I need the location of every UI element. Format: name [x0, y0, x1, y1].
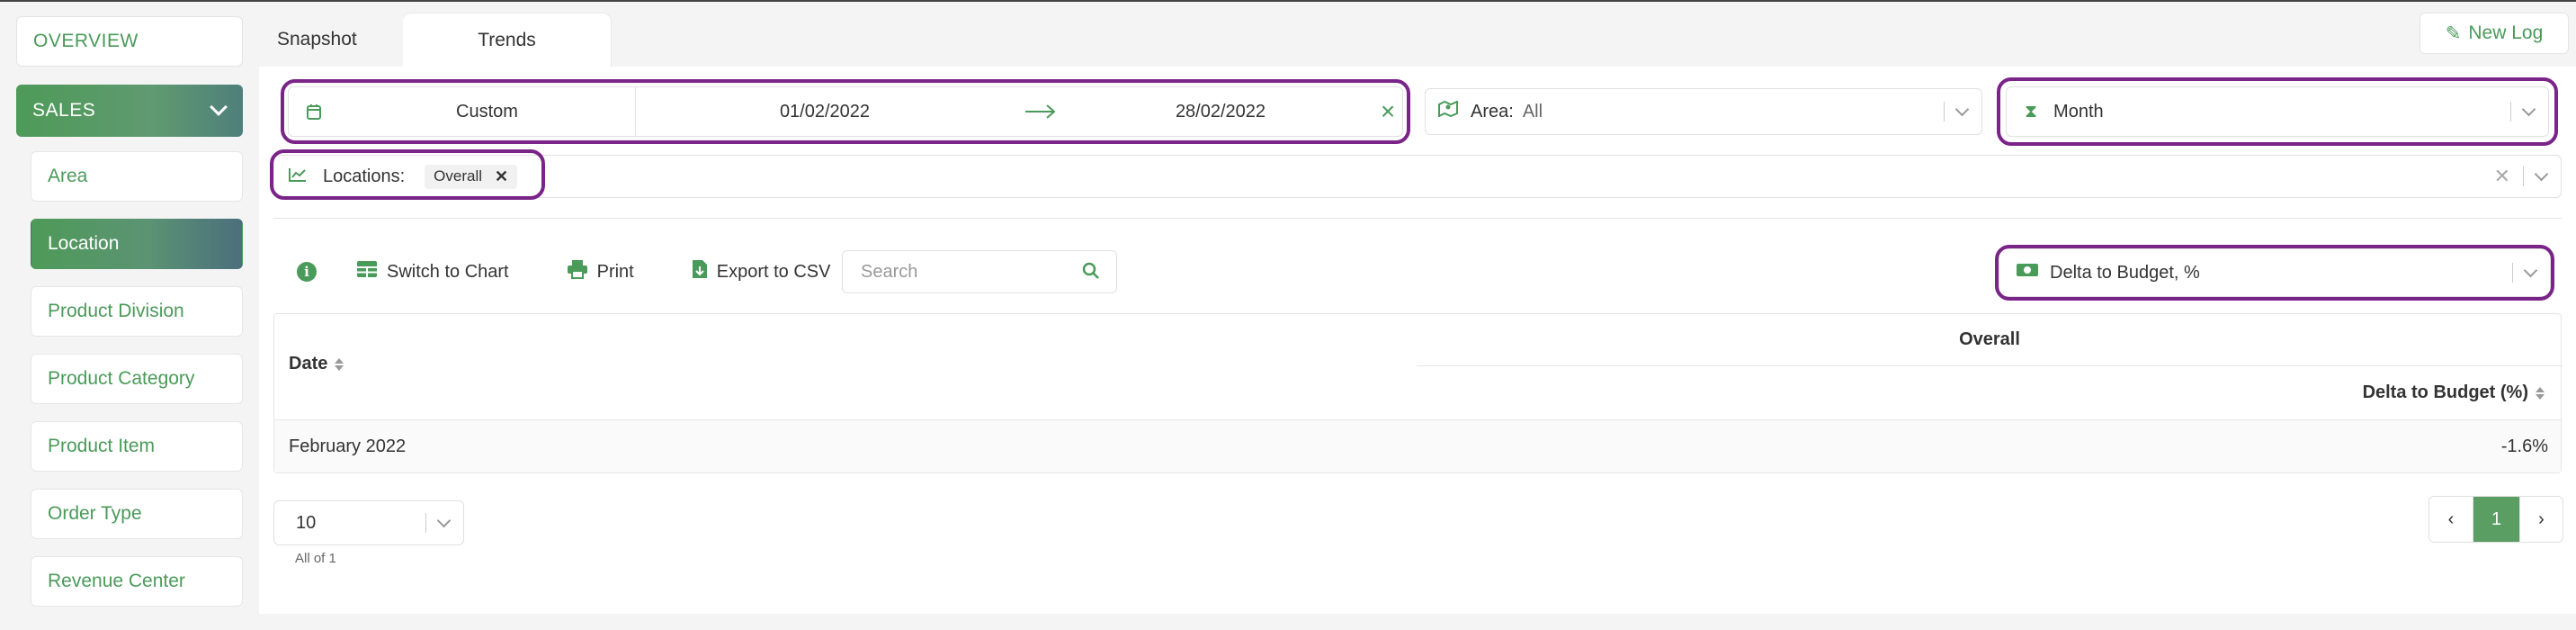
delta-header-label: Delta to Budget (%) [2362, 382, 2528, 402]
page-size-dropdown-controls [425, 501, 452, 544]
period-value: Month [2053, 101, 2104, 122]
clear-date-icon[interactable]: × [1373, 97, 1402, 126]
sidebar-overview[interactable]: OVERVIEW [16, 16, 243, 67]
new-log-button[interactable]: ✎ New Log [2419, 13, 2569, 54]
pagination: ‹ 1 › [2428, 496, 2563, 543]
data-table: Date Overall Delta to Budget (%) Februar… [273, 313, 2563, 473]
table-icon [356, 260, 378, 284]
sidebar-sub-list: Area Location Product Division Product C… [31, 151, 243, 607]
metric-dropdown-controls [2512, 249, 2538, 296]
page-button-1[interactable]: 1 [2473, 497, 2519, 542]
clear-all-icon[interactable]: ✕ [2494, 165, 2510, 188]
metric-value: Delta to Budget, % [2050, 262, 2200, 283]
remove-chip-icon[interactable]: ✕ [495, 167, 508, 186]
date-column-header[interactable]: Date [289, 354, 344, 374]
sidebar-item-product-division[interactable]: Product Division [31, 286, 243, 337]
switch-to-chart-label: Switch to Chart [387, 261, 509, 282]
date-from-input[interactable]: 01/02/2022 [636, 102, 1014, 122]
row-date: February 2022 [289, 436, 407, 456]
sidebar-sales-section[interactable]: SALES [16, 85, 243, 137]
toolbar: i Switch to Chart Print Export to CSV [297, 248, 888, 295]
export-csv-label: Export to CSV [716, 261, 831, 282]
chevron-down-icon [436, 513, 452, 527]
new-log-label: New Log [2468, 22, 2544, 43]
chevron-down-icon [2521, 102, 2536, 116]
period-dropdown-controls [2510, 87, 2536, 136]
chevron-down-icon [2534, 166, 2549, 181]
locations-dropdown-controls: ✕ [2494, 156, 2549, 197]
overall-group-header: Overall [1417, 314, 2563, 366]
money-icon [2016, 262, 2039, 284]
page-size-select[interactable]: 10 [273, 500, 464, 545]
row-value: -1.6% [2500, 436, 2548, 456]
sidebar-item-revenue-center[interactable]: Revenue Center [31, 556, 243, 607]
chevron-down-icon [1954, 102, 1970, 116]
area-dropdown-controls [1944, 89, 1970, 134]
locations-select[interactable]: Locations: Overall ✕ ✕ [273, 155, 2562, 198]
table-row: February 2022 -1.6% [274, 420, 2561, 472]
export-csv-button[interactable]: Export to CSV [692, 259, 831, 284]
date-mode-select[interactable]: Custom [339, 87, 636, 136]
delta-column-header[interactable]: Delta to Budget (%) [2363, 382, 2545, 403]
divider [273, 218, 2562, 219]
map-icon [1438, 100, 1458, 122]
printer-icon [567, 259, 588, 284]
locations-label: Locations: [323, 166, 406, 186]
area-select[interactable]: Area: All [1425, 88, 1982, 135]
file-download-icon [692, 259, 708, 284]
date-to-input[interactable]: 28/02/2022 [1068, 102, 1373, 122]
total-count: All of 1 [295, 551, 336, 566]
info-icon[interactable]: i [297, 262, 317, 282]
area-label: Area: [1471, 101, 1514, 122]
arrow-right-icon [1014, 104, 1068, 120]
sidebar-item-product-category[interactable]: Product Category [31, 354, 243, 404]
search-input[interactable]: Search [842, 250, 1117, 293]
tabs: Snapshot Trends [259, 13, 612, 67]
chevron-down-icon [2523, 263, 2538, 277]
sort-icon [335, 357, 344, 371]
period-select[interactable]: ⧗ Month [2006, 86, 2549, 137]
date-range-picker[interactable]: Custom 01/02/2022 28/02/2022 × [288, 86, 1403, 137]
print-label: Print [596, 261, 634, 282]
sort-icon [2536, 386, 2545, 400]
chevron-down-icon [210, 98, 228, 116]
sidebar-item-order-type[interactable]: Order Type [31, 489, 243, 539]
sidebar-item-product-item[interactable]: Product Item [31, 421, 243, 472]
print-button[interactable]: Print [567, 259, 634, 284]
search-icon[interactable] [1082, 262, 1100, 285]
edit-icon: ✎ [2445, 22, 2462, 44]
tab-trends[interactable]: Trends [403, 13, 612, 67]
area-value: All [1522, 101, 1543, 122]
table-header: Date Overall Delta to Budget (%) [274, 314, 2563, 420]
sidebar-item-area[interactable]: Area [31, 151, 243, 202]
sidebar-item-location[interactable]: Location [31, 219, 243, 269]
calendar-icon [289, 104, 339, 120]
page-size-value: 10 [296, 512, 317, 533]
date-header-label: Date [289, 354, 328, 374]
sidebar-sales-label: SALES [32, 100, 96, 121]
metric-select[interactable]: Delta to Budget, % [1999, 248, 2551, 297]
prev-page-button[interactable]: ‹ [2429, 497, 2473, 542]
top-border [0, 0, 2576, 2]
location-chip-label: Overall [434, 167, 483, 184]
tab-snapshot[interactable]: Snapshot [259, 13, 403, 67]
hourglass-icon: ⧗ [2025, 101, 2038, 122]
switch-to-chart-button[interactable]: Switch to Chart [356, 260, 509, 284]
location-chip[interactable]: Overall ✕ [425, 164, 518, 189]
next-page-button[interactable]: › [2519, 497, 2563, 542]
search-placeholder: Search [861, 261, 918, 282]
chart-line-icon [289, 166, 307, 187]
sidebar: OVERVIEW SALES Area Location Product Div… [16, 16, 243, 624]
